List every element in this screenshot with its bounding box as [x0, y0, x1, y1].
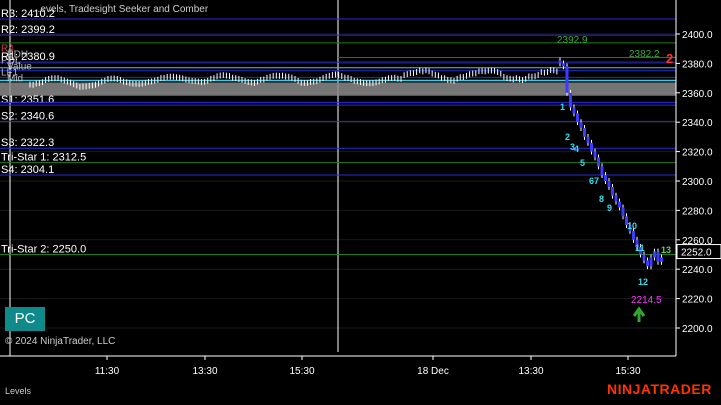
x-tick-label: 18 Dec [417, 366, 449, 377]
level-label: S3: 2322.3 [1, 137, 54, 149]
seeker-count-label: 4 [574, 144, 579, 154]
candle-body [573, 108, 576, 114]
candle-body [622, 207, 625, 216]
candle-body [569, 93, 572, 108]
seeker-count-label: 8 [599, 194, 604, 204]
chart-annotation: 2382.2 [629, 49, 660, 60]
brand-logo: NINJATRADER [607, 381, 712, 397]
candle-body [653, 252, 656, 258]
candle-body [618, 202, 621, 208]
candle-body [576, 113, 579, 122]
x-tick-label: 11:30 [95, 366, 120, 377]
y-tick-label: 2240.0 [682, 265, 713, 276]
candle-body [583, 128, 586, 137]
y-tick-label: 2320.0 [682, 148, 713, 159]
x-tick-label: 15:30 [289, 366, 314, 377]
y-tick-label: 2200.0 [682, 324, 713, 335]
x-tick-label: 13:30 [518, 366, 543, 377]
candle-body [632, 231, 635, 240]
candle-body [643, 255, 646, 261]
candle-body [559, 60, 562, 63]
seeker-count-label: 5 [580, 158, 585, 168]
candle-body [590, 143, 593, 152]
candle-body [597, 157, 600, 166]
y-tick-label: 2300.0 [682, 177, 713, 188]
level-label: S4: 2304.1 [1, 164, 54, 176]
candle-body [566, 66, 569, 92]
x-tick-label: 15:30 [615, 366, 640, 377]
y-tick-label: 2220.0 [682, 295, 713, 306]
seeker-count-label: 12 [638, 277, 648, 287]
chart-annotation: 2 [666, 51, 673, 66]
seeker-count-label: 10 [627, 221, 637, 231]
y-tick-label: 2360.0 [682, 89, 713, 100]
candle-body [660, 257, 663, 261]
candle-body [594, 152, 597, 158]
level-label: Tri-Star 1: 2312.5 [1, 152, 86, 164]
chart-annotation: 2392.9 [557, 35, 588, 46]
value-zone [0, 83, 676, 96]
pc-button[interactable]: PC [5, 307, 45, 331]
chart-title: ...evels, Tradesight Seeker and Comber [32, 4, 208, 15]
candle-body [562, 63, 565, 66]
level-label: S1: 2351.6 [1, 94, 54, 106]
seeker-count-label: 13 [661, 245, 671, 255]
candle-body [601, 166, 604, 175]
level-label: S2: 2340.6 [1, 110, 54, 122]
current-price-label: 2252.0 [681, 248, 712, 259]
candle-body [646, 260, 649, 266]
candle-body [611, 187, 614, 196]
level-label: Tri-Star 2: 2250.0 [1, 244, 86, 256]
seeker-count-label: 2 [565, 132, 570, 142]
candle-body [580, 122, 583, 128]
seeker-count-label: 1 [560, 102, 565, 112]
y-tick-label: 2340.0 [682, 118, 713, 129]
watermark: © 2024 NinjaTrader, LLC [5, 336, 115, 347]
chart-window[interactable]: R3: 2410.2 R2: 2399.2 R1: 2380.9 S1: 2351.6… [0, 0, 721, 400]
candle-body [604, 175, 607, 181]
candle-body [657, 252, 660, 262]
candle-body [650, 257, 653, 266]
overlap-label: Mid [7, 73, 23, 84]
pc-button-label: PC [15, 310, 36, 327]
y-tick-label: 2400.0 [682, 30, 713, 41]
y-tick-label: 2380.0 [682, 59, 713, 70]
y-tick-label: 2280.0 [682, 206, 713, 217]
candle-body [608, 181, 611, 187]
pane-label: Levels [5, 386, 31, 396]
seeker-count-label: 7 [594, 176, 599, 186]
level-label: R2: 2399.2 [1, 24, 55, 36]
chart-annotation: 2214.5 [631, 295, 662, 306]
candle-body [587, 137, 590, 143]
seeker-count-label: 11 [635, 243, 645, 253]
x-tick-label: 13:30 [192, 366, 217, 377]
candle-body [615, 196, 618, 202]
seeker-count-label: 9 [607, 203, 612, 213]
